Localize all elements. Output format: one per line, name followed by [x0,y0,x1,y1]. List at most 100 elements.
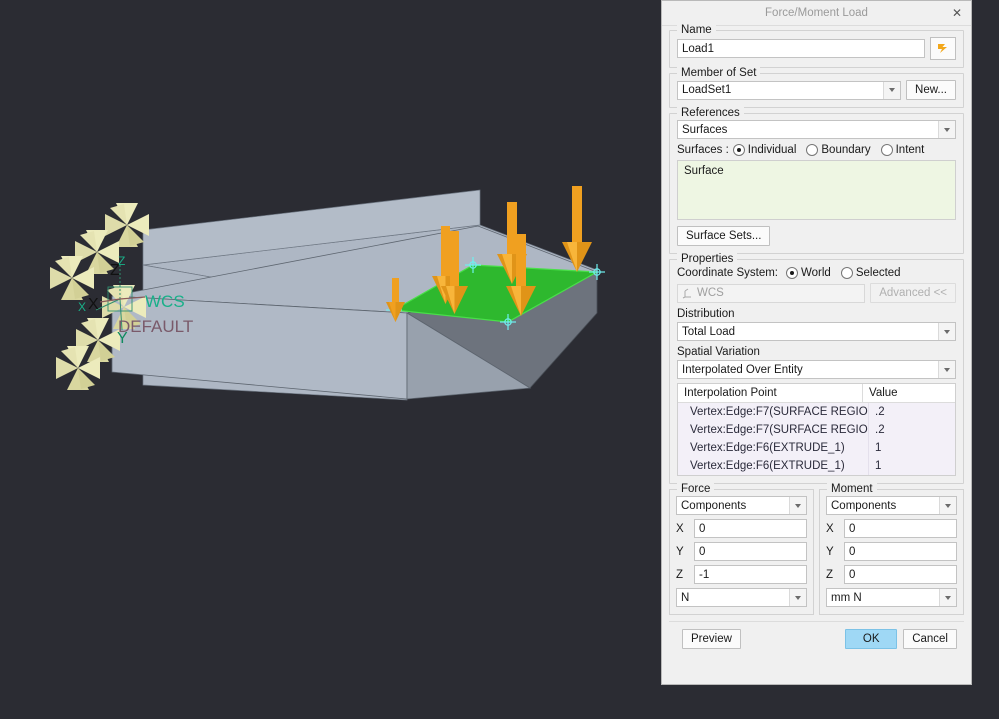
table-row[interactable]: Vertex:Edge:F6(EXTRUDE_1) 1 [678,457,955,475]
cell-point: Vertex:Edge:F6(EXTRUDE_1) [678,439,868,457]
spatial-variation-select[interactable]: Interpolated Over Entity [677,360,956,379]
spatial-variation-label: Spatial Variation [677,346,956,358]
radio-intent-dot[interactable] [881,144,893,156]
load-set-select[interactable]: LoadSet1 [677,81,901,100]
member-of-set-group: Member of Set LoadSet1 New... [669,73,964,108]
csys-value: WCS [697,285,724,302]
radio-world-label: World [801,267,831,279]
preview-button[interactable]: Preview [682,629,741,649]
radio-world-dot[interactable] [786,267,798,279]
chevron-down-icon[interactable] [883,82,900,99]
radio-selected-label: Selected [856,267,901,279]
radio-individual-dot[interactable] [733,144,745,156]
moment-z-label: Z [826,569,838,581]
surfaces-radio-label: Surfaces : [677,144,729,156]
force-y-label: Y [676,546,688,558]
radio-selected[interactable]: Selected [841,267,901,279]
moment-group: Moment Components X Y [819,489,964,615]
chevron-down-icon[interactable] [938,323,955,340]
new-set-button[interactable]: New... [906,80,956,100]
csys-icon [682,288,694,299]
cell-point: Vertex:Edge:F7(SURFACE REGIO... [678,403,868,421]
moment-z-input[interactable] [844,565,957,584]
spatial-variation-value: Interpolated Over Entity [682,364,938,376]
force-mode-select[interactable]: Components [676,496,807,515]
moment-mode-value: Components [831,500,939,512]
properties-group: Properties Coordinate System: World Sele… [669,259,964,484]
reference-type-value: Surfaces [682,124,938,136]
radio-world[interactable]: World [786,267,831,279]
cell-point: Vertex:Edge:F7(SURFACE REGIO... [678,421,868,439]
reference-type-select[interactable]: Surfaces [677,120,956,139]
wcs-label: WCS [145,292,185,312]
force-units-value: N [681,592,789,604]
flag-icon[interactable] [930,37,956,60]
cell-value[interactable]: .2 [868,421,955,439]
moment-y-input[interactable] [844,542,957,561]
list-item[interactable]: Surface [684,165,949,177]
radio-intent-label: Intent [896,144,925,156]
chevron-down-icon[interactable] [789,497,806,514]
cell-value[interactable]: 1 [868,439,955,457]
chevron-down-icon[interactable] [939,589,956,606]
distribution-select[interactable]: Total Load [677,322,956,341]
force-legend: Force [677,483,714,495]
force-group: Force Components X Y [669,489,814,615]
moment-y-label: Y [826,546,838,558]
dialog-titlebar[interactable]: Force/Moment Load ✕ [662,1,971,26]
distribution-value: Total Load [682,326,938,338]
surfaces-radio-row: Surfaces : Individual Boundary Intent [677,144,956,156]
cancel-button[interactable]: Cancel [903,629,957,649]
coordinate-system-row: Coordinate System: World Selected [677,267,956,279]
axis-label-x: X [88,296,99,314]
coordinate-system-label: Coordinate System: [677,267,778,279]
axis-label-x-green: X [78,300,86,314]
force-z-label: Z [676,569,688,581]
force-x-label: X [676,523,688,535]
force-units-select[interactable]: N [676,588,807,607]
radio-boundary[interactable]: Boundary [806,144,870,156]
moment-x-label: X [826,523,838,535]
radio-individual-label: Individual [748,144,797,156]
ok-button[interactable]: OK [845,629,897,649]
column-header-point: Interpolation Point [678,384,862,402]
chevron-down-icon[interactable] [938,121,955,138]
moment-mode-select[interactable]: Components [826,496,957,515]
surfaces-listbox[interactable]: Surface [677,160,956,220]
radio-individual[interactable]: Individual [733,144,797,156]
load-name-input[interactable] [677,39,925,58]
member-of-set-legend: Member of Set [677,67,760,79]
moment-x-input[interactable] [844,519,957,538]
force-moment-row: Force Components X Y [669,489,964,615]
chevron-down-icon[interactable] [939,497,956,514]
radio-boundary-dot[interactable] [806,144,818,156]
table-row[interactable]: Vertex:Edge:F7(SURFACE REGIO... .2 [678,421,955,439]
name-group-legend: Name [677,24,716,36]
cell-value[interactable]: 1 [868,457,955,475]
axis-label-z: Z [110,262,120,280]
force-x-input[interactable] [694,519,807,538]
radio-selected-dot[interactable] [841,267,853,279]
moment-units-select[interactable]: mm N [826,588,957,607]
interpolation-table[interactable]: Interpolation Point Value Vertex:Edge:F7… [677,383,956,476]
moment-units-value: mm N [831,592,939,604]
table-row[interactable]: Vertex:Edge:F6(EXTRUDE_1) 1 [678,439,955,457]
surface-sets-button[interactable]: Surface Sets... [677,226,770,246]
constraint-set-label: DEFAULT [118,317,193,337]
table-row[interactable]: Vertex:Edge:F7(SURFACE REGIO... .2 [678,403,955,421]
chevron-down-icon[interactable] [789,589,806,606]
close-icon[interactable]: ✕ [950,6,964,20]
distribution-label: Distribution [677,308,956,320]
name-group: Name [669,30,964,68]
cell-value[interactable]: .2 [868,403,955,421]
force-moment-load-dialog: Force/Moment Load ✕ Name Member of Set [661,0,972,685]
force-y-input[interactable] [694,542,807,561]
radio-intent[interactable]: Intent [881,144,925,156]
chevron-down-icon[interactable] [938,361,955,378]
dialog-title: Force/Moment Load [765,7,868,19]
column-header-value: Value [862,384,955,402]
advanced-button[interactable]: Advanced << [870,283,956,303]
properties-legend: Properties [677,253,737,265]
force-z-input[interactable] [694,565,807,584]
force-mode-value: Components [681,500,789,512]
